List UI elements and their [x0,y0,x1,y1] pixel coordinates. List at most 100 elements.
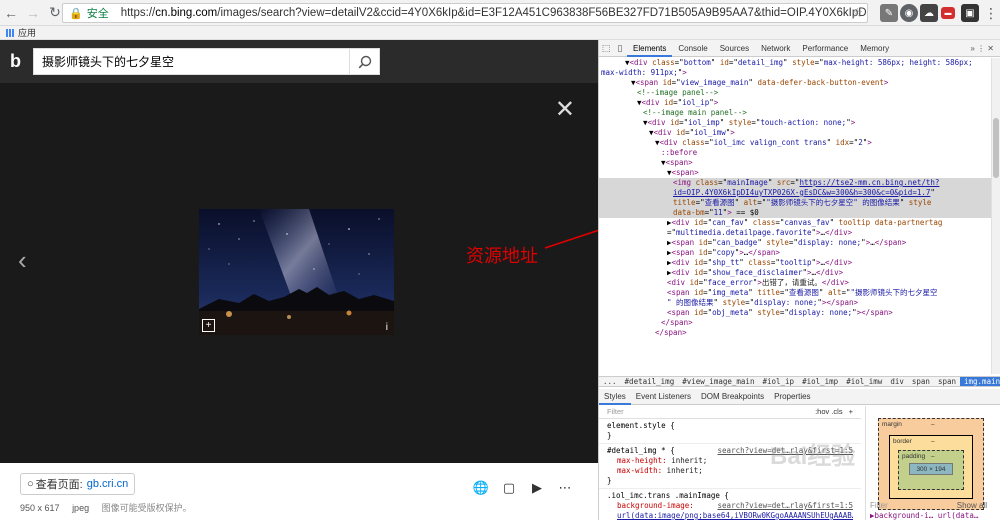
styles-tab[interactable]: Event Listeners [631,389,696,405]
hov-cls-toggle[interactable]: :hov .cls [815,407,843,417]
dom-node[interactable]: </span> [599,318,991,328]
box-border: border – padding – 300 × 194 [889,435,973,499]
css-property[interactable]: background-image: [607,501,718,511]
info-icon[interactable]: i [386,322,388,333]
dom-node-selected[interactable]: <img class="mainImage" src="https://tse2… [599,178,991,188]
device-icon[interactable]: ▯ [613,43,627,54]
breadcrumb: ... #detail_img #view_image_main #iol_ip #io… [599,376,1000,387]
dom-node[interactable]: ▶<div id="can_fav" class="canvas_fav" to… [599,218,991,228]
globe-search-icon[interactable]: 🌐 [472,479,490,497]
breadcrumb-item[interactable]: #iol_ip [758,377,798,386]
breadcrumb-item[interactable]: ... [599,377,621,386]
styles-tab[interactable]: Styles [599,389,631,405]
dom-node[interactable]: </span> [599,328,991,338]
css-selector: .iol_imc.trans .mainImage {search?view=d… [607,491,853,510]
url-path: /images/search?view=detailV2&ccid=4Y0X6k… [217,7,867,19]
apps-grid-icon[interactable] [6,28,14,37]
bookmark-star-icon[interactable]: ☆ [851,5,863,21]
extension-cloud-icon[interactable]: ☁ [920,4,938,22]
apps-label[interactable]: 应用 [18,26,36,39]
url-text: https://cn.bing.com/images/search?view=d… [121,7,867,19]
breadcrumb-item[interactable]: img.mainImage [960,377,1000,386]
breadcrumb-item[interactable]: span [934,377,960,386]
dom-node-selected[interactable]: title="查看源图" alt=""摄影师镜头下的七夕星空" 的图像结果" s… [599,198,991,208]
rule-source-link[interactable]: search?view=det…rlay&first=1:5 [718,501,853,511]
dom-node[interactable]: <div id="face_error">出错了，请重试。</div> [599,278,991,288]
extension-icon[interactable]: ✎ [880,4,898,22]
dom-node[interactable]: max-width: 911px;"> [599,68,991,78]
dom-node[interactable]: <!--image panel--> [599,88,991,98]
styles-tab[interactable]: Properties [769,389,815,405]
search-query: 摄影师镜头下的七夕星空 [42,55,175,69]
css-selector: element.style { [607,421,853,431]
dom-node[interactable]: ▶<span id="can_badge" style="display: no… [599,238,991,248]
margin-label: margin [882,421,902,428]
bing-logo[interactable]: b [10,51,21,72]
dom-tree[interactable]: ▼<div class="bottom" id="detail_img" sty… [599,58,991,374]
breadcrumb-item[interactable]: #view_image_main [678,377,758,386]
dom-node[interactable]: ▶<div id="show_face_disclaimer">…</div> [599,268,991,278]
dom-node[interactable]: ▼<span> [599,168,991,178]
image-meta: 950 x 617 jpeg 图像可能受版权保护。 [20,501,202,514]
dom-node[interactable]: <!--image main panel--> [599,108,991,118]
search-input[interactable]: 摄影师镜头下的七夕星空 [33,48,380,75]
add-rule-icon[interactable]: + [849,407,853,417]
devtools-more-icon[interactable]: » ⋮ ✕ [970,44,1000,53]
dom-node[interactable]: ▼<div class="bottom" id="detail_img" sty… [599,58,991,68]
dom-node[interactable]: " 的图像结果" style="display: none;"></span> [599,298,991,308]
tab-elements[interactable]: Elements [627,40,673,57]
dom-node[interactable]: ▼<div class="iol_imc valign_cont trans" … [599,138,991,148]
extension-square-icon[interactable]: ▣ [961,4,979,22]
visit-page-button[interactable]: ○ 查看页面: gb.cri.cn [20,473,136,495]
dom-node[interactable]: ::before [599,148,991,158]
tab-memory[interactable]: Memory [854,40,895,57]
forward-button[interactable]: → [22,2,44,24]
main-image[interactable]: + i [199,209,394,335]
tab-network[interactable]: Network [755,40,796,57]
css-rule[interactable]: .iol_imc.trans .mainImage {search?view=d… [599,489,861,520]
add-to-collection-icon[interactable]: + [202,319,215,332]
address-bar[interactable]: 🔒 安全 https://cn.bing.com/images/search?v… [62,3,868,23]
breadcrumb-item[interactable]: #iol_imp [798,377,842,386]
show-all-checkbox[interactable]: Show all [957,501,987,510]
dom-node[interactable]: ="multimedia.detailpage.favorite">…</div… [599,228,991,238]
inspect-icon[interactable]: ⬚ [599,43,613,54]
dom-node[interactable]: ▶<span id="copy">…</span> [599,248,991,258]
play-icon[interactable]: ▶ [528,479,546,497]
dom-node-selected[interactable]: id=OIP.4Y0X6kIpDI4uyTXP026X-gEsDC&w=300&… [599,188,991,198]
dom-scrollbar[interactable] [991,58,1000,374]
breadcrumb-item[interactable]: #iol_imw [842,377,886,386]
styles-filter[interactable]: Filter :hov .cls + [599,406,861,419]
selector-text: element.style { [607,421,675,430]
image-icon[interactable]: ▢ [500,479,518,497]
tab-sources[interactable]: Sources [714,40,755,57]
extension-shield-icon[interactable]: ◉ [900,4,918,22]
css-property[interactable]: url(data:image/png;base64,iVBORw0KGgoAAA… [607,511,853,520]
copyright-note: 图像可能受版权保护。 [101,503,192,513]
close-icon[interactable]: ✕ [555,98,575,122]
visit-label: 查看页面: [35,479,83,491]
dom-node[interactable]: ▼<div id="iol_imp" style="touch-action: … [599,118,991,128]
dom-node[interactable]: ▶<div id="shp_tt" class="tooltip">…</div… [599,258,991,268]
tab-performance[interactable]: Performance [796,40,854,57]
styles-tab[interactable]: DOM Breakpoints [696,389,769,405]
breadcrumb-item[interactable]: div [886,377,908,386]
breadcrumb-item[interactable]: #detail_img [621,377,679,386]
dom-node-selected[interactable]: data-bm="11"> == $0 [599,208,991,218]
search-icon[interactable] [349,49,379,74]
selector-text: #detail_img * { [607,446,675,455]
dom-node[interactable]: <span id="img_meta" title="查看源图" alt=""摄… [599,288,991,298]
dom-node[interactable]: ▼<span> [599,158,991,168]
extension-badge-icon[interactable]: ▬ [941,7,955,19]
dom-node[interactable]: ▼<div id="iol_ip"> [599,98,991,108]
tab-console[interactable]: Console [672,40,713,57]
previous-image-icon[interactable]: ‹ [18,245,27,276]
more-icon[interactable]: ⋯ [556,479,574,497]
menu-icon[interactable]: ⋮ [982,4,1000,22]
back-button[interactable]: ← [0,2,22,24]
dom-node[interactable]: ▼<div id="iol_imw"> [599,128,991,138]
dom-node[interactable]: ▼<span id="view_image_main" data-defer-b… [599,78,991,88]
dom-node[interactable]: <span id="obj_meta" style="display: none… [599,308,991,318]
breadcrumb-item[interactable]: span [908,377,934,386]
lock-icon: 🔒 [69,7,83,20]
